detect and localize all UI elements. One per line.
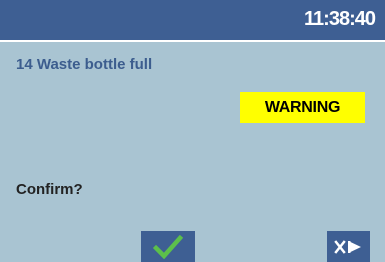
top-bar: 11:38:40 [0, 0, 385, 40]
checkmark-icon [153, 234, 183, 259]
alarm-screen: 11:38:40 14 Waste bottle full WARNING Co… [0, 0, 385, 262]
warning-badge: WARNING [240, 92, 365, 123]
top-bar-divider [0, 40, 385, 42]
clock: 11:38:40 [304, 8, 376, 30]
message-title: 14 Waste bottle full [16, 56, 153, 73]
confirm-button[interactable] [141, 231, 195, 262]
exit-icon [333, 239, 364, 255]
confirm-prompt: Confirm? [16, 181, 83, 198]
exit-button[interactable] [327, 231, 370, 262]
